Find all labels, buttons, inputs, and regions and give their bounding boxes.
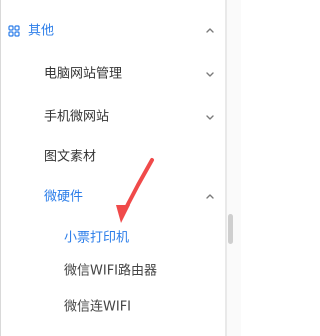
chevron-up-icon (205, 26, 215, 36)
submenu-item-wifi-connect[interactable]: 微信连WIFI (0, 286, 225, 328)
grid-icon (8, 25, 20, 37)
scroll-thumb[interactable] (228, 214, 233, 244)
submenu-item-label: 微信WIFI路由器 (64, 263, 157, 279)
sidebar-item-label: 微硬件 (44, 189, 84, 205)
sidebar-item-label: 电脑网站管理 (44, 66, 123, 82)
sidebar-item-label: 手机微网站 (44, 109, 110, 125)
sidebar-item-label: 其他 (28, 23, 55, 39)
sidebar-item-materials[interactable]: 图文素材 (0, 136, 225, 178)
chevron-down-icon (205, 112, 215, 122)
chevron-down-icon (205, 69, 215, 79)
sidebar-item-website-management[interactable]: 电脑网站管理 (0, 53, 225, 95)
sidebar-item-label: 图文素材 (44, 149, 97, 165)
sidebar-item-other[interactable]: 其他 (0, 10, 225, 52)
sidebar-menu: 其他 电脑网站管理 手机微网站 图文素材 微硬件 小票打印机 微信WIFI路由器… (0, 0, 225, 336)
submenu-item-label: 微信连WIFI (64, 299, 131, 315)
chevron-up-icon (205, 192, 215, 202)
submenu-item-label: 小票打印机 (64, 230, 130, 246)
sidebar-item-mobile-site[interactable]: 手机微网站 (0, 96, 225, 138)
scroll-track (227, 0, 241, 336)
sidebar-item-hardware[interactable]: 微硬件 (0, 176, 225, 218)
